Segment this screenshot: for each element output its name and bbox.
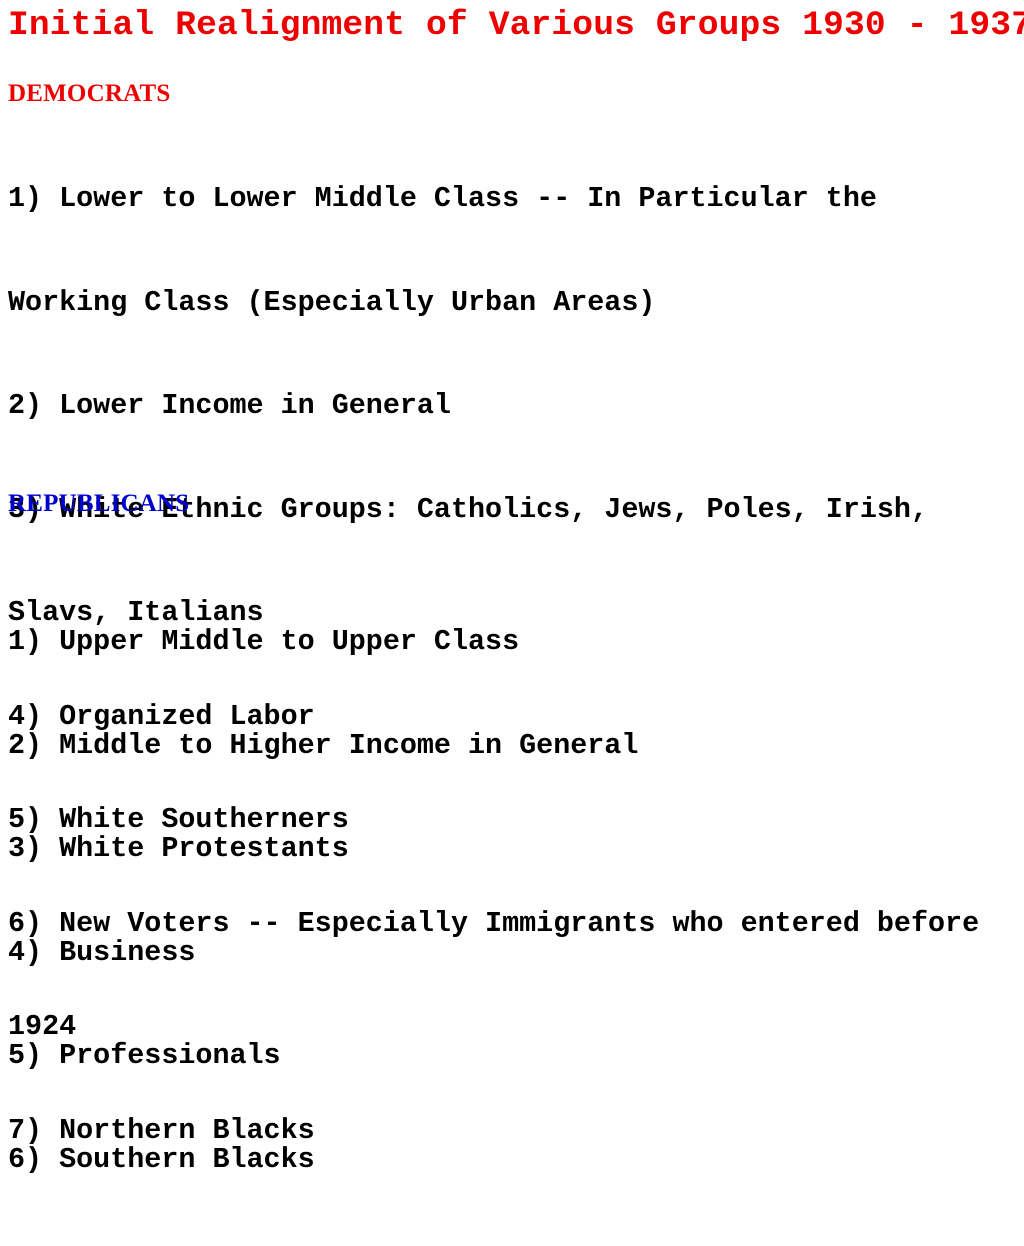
list-item: 1) Upper Middle to Upper Class — [8, 625, 520, 658]
slide-canvas: Initial Realignment of Various Groups 19… — [0, 0, 1024, 1176]
page-title: Initial Realignment of Various Groups 19… — [8, 6, 1024, 45]
republicans-group-list: 1) Upper Middle to Upper Class 2) Middle… — [8, 556, 1024, 1246]
list-item: 2) Middle to Higher Income in General — [8, 728, 639, 762]
list-item: 1) Lower to Lower Middle Class -- In Par… — [8, 182, 877, 215]
list-item: Working Class (Especially Urban Areas) — [8, 285, 656, 319]
section-heading-republicans: REPUBLICANS — [8, 490, 190, 517]
list-item: 4) Business — [8, 935, 196, 969]
list-item: 3) White Protestants — [8, 832, 349, 865]
list-item: 6) Southern Blacks — [8, 1142, 315, 1176]
list-item: 5) Professionals — [8, 1039, 281, 1072]
list-item: 2) Lower Income in General — [8, 389, 451, 422]
section-heading-democrats: DEMOCRATS — [8, 80, 171, 107]
